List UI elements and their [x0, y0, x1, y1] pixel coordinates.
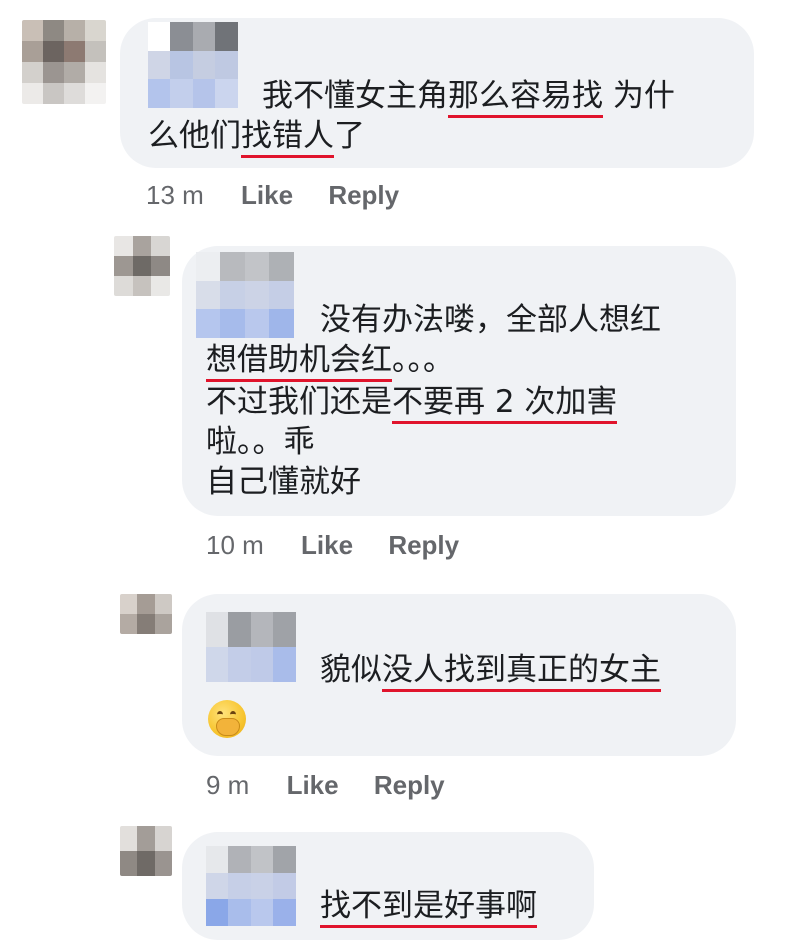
commenter-name[interactable] — [206, 612, 318, 682]
commenter-name[interactable] — [206, 846, 318, 926]
timestamp: 10 m — [206, 530, 264, 560]
comment-text: 不过我们还是不要再 2 次加害 — [206, 382, 618, 424]
text-segment: 为什 — [603, 78, 675, 114]
timestamp: 9 m — [206, 770, 250, 800]
underlined-text: 没人找到真正的女主 — [382, 652, 661, 692]
like-button[interactable]: Like — [301, 530, 353, 560]
comment-text: 没有办法喽，全部人想红 — [320, 300, 661, 340]
text-segment: 没有办法喽，全部人想红 — [320, 302, 661, 338]
avatar[interactable] — [120, 594, 172, 634]
text-segment: 自己懂就好 — [206, 464, 361, 500]
timestamp: 13 m — [146, 180, 204, 210]
comment-text: 找不到是好事啊 — [320, 886, 537, 928]
text-segment: 貌似 — [320, 652, 382, 688]
avatar[interactable] — [120, 826, 172, 876]
comment-text: 自己懂就好 — [206, 462, 361, 502]
underlined-text: 找不到是好事啊 — [320, 888, 537, 928]
comment-meta: 13 m Like Reply — [146, 180, 399, 211]
text-segment: 啦。。乖 — [206, 424, 315, 460]
comment-text: 啦。。乖 — [206, 422, 315, 462]
avatar[interactable] — [22, 20, 106, 104]
text-segment: 。。。 — [392, 342, 454, 378]
text-segment: 我不懂女主角 — [262, 78, 448, 114]
avatar[interactable] — [114, 236, 170, 296]
text-segment: 不过我们还是 — [206, 384, 392, 420]
like-button[interactable]: Like — [241, 180, 293, 210]
underlined-text: 想借助机会红 — [206, 342, 392, 382]
text-segment: 么他们 — [148, 118, 241, 154]
underlined-text: 找错人 — [241, 118, 334, 158]
face-with-hand-over-mouth-icon — [208, 700, 246, 738]
comment-meta: 10 m Like Reply — [206, 530, 459, 561]
commenter-name[interactable] — [148, 22, 260, 108]
reply-button[interactable]: Reply — [374, 770, 445, 800]
underlined-text: 那么容易找 — [448, 78, 603, 118]
comment-text: 么他们找错人了 — [148, 116, 365, 158]
like-button[interactable]: Like — [287, 770, 339, 800]
comment-meta: 9 m Like Reply — [206, 770, 445, 801]
commenter-name[interactable] — [196, 252, 318, 338]
reply-button[interactable]: Reply — [328, 180, 399, 210]
comment-text: 貌似没人找到真正的女主 — [320, 650, 661, 692]
underlined-text: 不要再 2 次加害 — [392, 384, 618, 424]
comment-text: 想借助机会红。。。 — [206, 340, 454, 382]
comment-text: 我不懂女主角那么容易找 为什 — [262, 76, 675, 118]
reply-button[interactable]: Reply — [388, 530, 459, 560]
text-segment: 了 — [334, 118, 365, 154]
